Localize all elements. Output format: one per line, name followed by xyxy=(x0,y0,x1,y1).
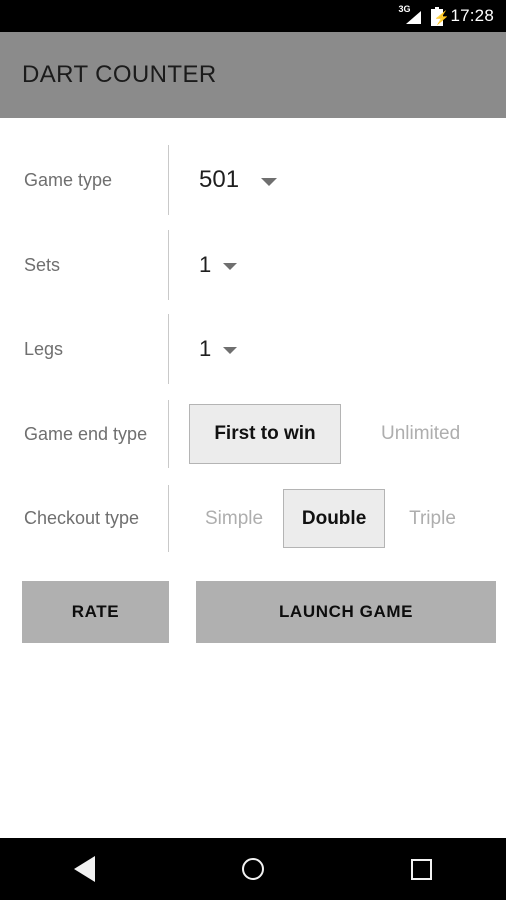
nav-home-button[interactable] xyxy=(223,838,283,900)
option-double[interactable]: Double xyxy=(283,489,386,548)
status-bar-right: 3G ⚡ 17:28 xyxy=(398,5,494,26)
value-checkout-type: Simple Double Triple xyxy=(169,489,506,548)
signal-bars-shape xyxy=(406,11,422,24)
app-toolbar: DART COUNTER xyxy=(0,32,506,118)
row-legs: Legs 1 xyxy=(0,314,506,384)
app-screen: 3G ⚡ 17:28 DART COUNTER Game type 501 xyxy=(0,0,506,900)
spinner-game-type[interactable]: 501 xyxy=(199,166,278,194)
label-game-type: Game type xyxy=(24,169,113,190)
back-triangle-icon xyxy=(73,856,95,882)
battery-bolt-glyph: ⚡ xyxy=(433,11,449,24)
spinner-sets[interactable]: 1 xyxy=(199,252,238,278)
android-navigation-bar xyxy=(0,838,506,900)
value-sets: 1 xyxy=(169,252,506,278)
label-sets: Sets xyxy=(24,254,61,275)
row-checkout-type: Checkout type Simple Double Triple xyxy=(0,485,506,552)
battery-charging-icon: ⚡ xyxy=(431,6,450,26)
value-game-end-type: First to win Unlimited xyxy=(169,404,506,464)
spinner-game-type-value: 501 xyxy=(199,166,240,193)
option-unlimited[interactable]: Unlimited xyxy=(367,423,474,445)
settings-form: Game type 501 Sets 1 Legs 1 Game end typ… xyxy=(0,118,506,838)
spinner-sets-value: 1 xyxy=(199,252,212,277)
row-game-end-type: Game end type First to win Unlimited xyxy=(0,400,506,468)
chevron-down-icon xyxy=(223,263,238,270)
value-game-type: 501 xyxy=(169,166,506,194)
option-group-game-end-type: First to win Unlimited xyxy=(189,404,474,464)
status-bar: 3G ⚡ 17:28 xyxy=(0,0,506,32)
rate-button[interactable]: RATE xyxy=(22,581,169,643)
signal-3g-icon: 3G xyxy=(398,5,424,26)
label-checkout-type: Checkout type xyxy=(24,508,140,528)
row-sets: Sets 1 xyxy=(0,230,506,300)
launch-game-button[interactable]: LAUNCH GAME xyxy=(196,581,496,643)
option-simple[interactable]: Simple xyxy=(191,508,277,530)
spinner-legs[interactable]: 1 xyxy=(199,336,238,362)
row-game-type: Game type 501 xyxy=(0,145,506,215)
option-first-to-win[interactable]: First to win xyxy=(189,404,341,464)
nav-recents-button[interactable] xyxy=(392,838,452,900)
value-legs: 1 xyxy=(169,336,506,362)
home-circle-icon xyxy=(241,858,264,880)
nav-back-button[interactable] xyxy=(54,838,114,900)
chevron-down-icon xyxy=(223,347,238,354)
status-bar-clock: 17:28 xyxy=(450,6,494,25)
label-game-end-type: Game end type xyxy=(24,423,148,444)
recents-square-icon xyxy=(411,858,433,880)
label-legs: Legs xyxy=(24,338,64,359)
option-triple[interactable]: Triple xyxy=(395,508,470,530)
spinner-legs-value: 1 xyxy=(199,336,212,361)
app-title: DART COUNTER xyxy=(22,61,217,88)
chevron-down-icon xyxy=(261,177,278,186)
option-group-checkout-type: Simple Double Triple xyxy=(191,489,470,548)
